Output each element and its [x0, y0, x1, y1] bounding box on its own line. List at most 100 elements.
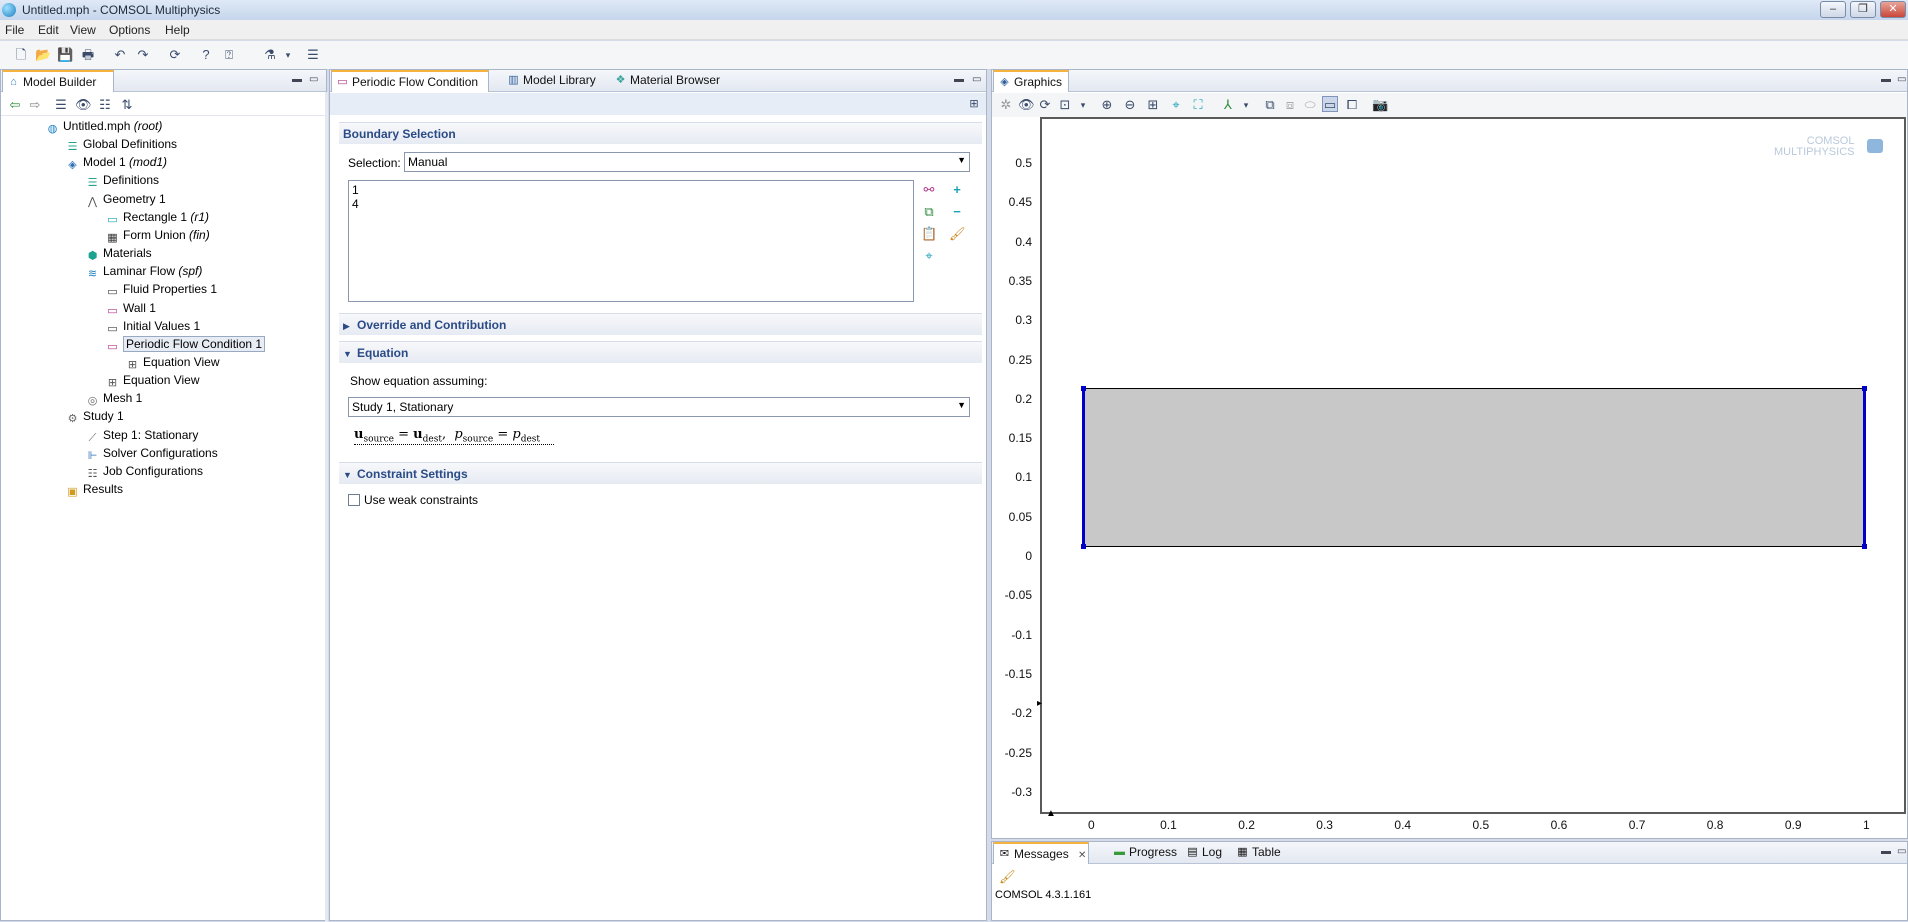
selection-list[interactable]: 1 4 — [348, 180, 914, 302]
tree-item-definitions[interactable]: ☰ Definitions — [86, 172, 159, 189]
restore-button[interactable]: ❐ — [1850, 1, 1876, 18]
section-equation[interactable]: ▼ Equation — [339, 341, 982, 363]
maximize-panel-icon[interactable]: ▭ — [1897, 74, 1906, 85]
tree-item-global-definitions[interactable]: ☰ Global Definitions — [66, 136, 178, 153]
tree-item-periodic-flow-condition-1[interactable]: ▭ Periodic Flow Condition 1 — [106, 335, 266, 353]
clear-selection-icon[interactable]: 🖌 — [949, 226, 966, 242]
new-file-icon[interactable]: 🗋 — [13, 47, 29, 63]
layout-icon[interactable]: ☰ — [305, 47, 321, 63]
render-mode-icon[interactable]: ⊡ — [1057, 97, 1073, 113]
selection-mode-icon[interactable]: ▭ — [1322, 96, 1338, 112]
zoom-box-icon[interactable]: ⊞ — [1145, 97, 1161, 113]
section-constraint-settings[interactable]: ▼ Constraint Settings — [339, 462, 982, 484]
tree-item-form-union[interactable]: ▦ Form Union (fin) — [106, 227, 209, 244]
maximize-panel-icon[interactable]: ▭ — [1897, 846, 1906, 857]
compact-history-icon[interactable]: ⟳ — [167, 47, 183, 63]
list-item[interactable]: 1 — [352, 183, 359, 197]
show-icon[interactable]: 👁 — [75, 97, 92, 113]
scrollbar[interactable] — [325, 92, 328, 922]
weak-constraints-checkbox[interactable] — [348, 494, 360, 506]
tree-item-solver-configurations[interactable]: ⊩ Solver Configurations — [86, 445, 218, 462]
print-icon[interactable]: 🖶 — [80, 47, 96, 63]
minimize-panel-icon[interactable]: ▬ — [292, 74, 302, 85]
expand-all-icon[interactable]: ☷ — [97, 97, 113, 113]
section-override-contribution[interactable]: ▶ Override and Contribution — [339, 313, 982, 335]
axis-orientation-icon[interactable]: ⅄ — [1220, 97, 1236, 113]
tab-progress[interactable]: ▬ Progress — [1109, 842, 1181, 864]
tab-model-library[interactable]: ▥ Model Library — [503, 70, 608, 92]
copy-selection-icon[interactable]: ⧉ — [921, 204, 937, 220]
tree-item-geometry-1[interactable]: ⋀ Geometry 1 — [86, 191, 166, 208]
physics-dropdown-icon[interactable]: ▾ — [280, 47, 296, 63]
help-icon[interactable]: ? — [198, 47, 214, 63]
tree-item-job-configurations[interactable]: ☷ Job Configurations — [86, 463, 204, 480]
save-icon[interactable]: 💾 — [57, 47, 73, 63]
zoom-selected-icon[interactable]: ⌖ — [1168, 97, 1184, 113]
tree-item-materials[interactable]: ⬢ Materials — [86, 245, 152, 262]
axis-dropdown-icon[interactable]: ▾ — [1238, 97, 1254, 113]
camera-icon[interactable]: 📷 — [1372, 97, 1388, 113]
tree-item-results[interactable]: ▣ Results — [66, 481, 123, 498]
zoom-out-icon[interactable]: ⊖ — [1122, 97, 1138, 113]
menu-view[interactable]: View — [70, 23, 96, 37]
tree-item-equation-view[interactable]: ⊞ Equation View — [126, 354, 220, 371]
dynamic-help-icon[interactable]: ⍰ — [221, 47, 237, 63]
close-tab-icon[interactable]: ✕ — [1078, 850, 1086, 861]
tree-item-step-1-stationary[interactable]: ⟋ Step 1: Stationary — [86, 427, 199, 444]
selection-dropdown[interactable]: Manual ▼ — [404, 152, 970, 172]
zoom-extents-icon[interactable]: ⛶ — [1190, 97, 1206, 113]
vertex[interactable] — [1081, 386, 1086, 391]
geometry-domain[interactable] — [1083, 388, 1865, 547]
tree-item-rectangle-1[interactable]: ▭ Rectangle 1 (r1) — [106, 209, 209, 226]
vertex[interactable] — [1081, 544, 1086, 549]
menu-edit[interactable]: Edit — [38, 23, 59, 37]
render-dropdown-icon[interactable]: ▾ — [1075, 97, 1091, 113]
tree-item-wall-1[interactable]: ▭ Wall 1 — [106, 300, 156, 317]
select-all-icon[interactable]: ⬭ — [1302, 97, 1318, 113]
undo-icon[interactable]: ↶ — [112, 47, 128, 63]
tab-messages[interactable]: ✉ Messages ✕ — [993, 842, 1089, 864]
forward-arrow-icon[interactable]: ⇨ — [27, 97, 43, 113]
refresh-icon[interactable]: ⟳ — [1037, 97, 1053, 113]
maximize-panel-icon[interactable]: ▭ — [309, 74, 318, 85]
select-box-icon[interactable]: ⧉ — [1262, 97, 1278, 113]
menu-file[interactable]: File — [5, 23, 24, 37]
vertex[interactable] — [1862, 386, 1867, 391]
add-icon[interactable]: + — [949, 182, 965, 198]
tree-item-equation-view[interactable]: ⊞ Equation View — [106, 372, 200, 389]
tree-item-fluid-properties-1[interactable]: ▭ Fluid Properties 1 — [106, 281, 217, 298]
tab-log[interactable]: ▤ Log — [1182, 842, 1230, 864]
tree-item-untitled-mph[interactable]: ◍ Untitled.mph (root) — [46, 118, 163, 135]
list-item[interactable]: 4 — [352, 197, 359, 211]
back-arrow-icon[interactable]: ⇦ — [7, 97, 23, 113]
section-boundary-selection[interactable]: Boundary Selection — [339, 122, 982, 144]
physics-icon[interactable]: ⚗ — [262, 47, 278, 63]
deselect-icon[interactable]: ⧈ — [1282, 97, 1298, 113]
minimize-button[interactable]: – — [1820, 1, 1846, 18]
zoom-to-selection-icon[interactable]: ⌖ — [921, 248, 937, 264]
menu-options[interactable]: Options — [109, 23, 150, 37]
minimize-panel-icon[interactable]: ▬ — [1881, 74, 1891, 85]
boundary-4[interactable] — [1863, 388, 1866, 548]
selection-toggle-icon[interactable]: ⚯ — [921, 182, 937, 198]
open-icon[interactable]: 📂 — [35, 47, 51, 63]
vertex[interactable] — [1862, 544, 1867, 549]
tab-model-builder[interactable]: ⌂ Model Builder — [2, 70, 114, 92]
tree-item-model-1[interactable]: ◈ Model 1 (mod1) — [66, 154, 167, 171]
paste-selection-icon[interactable]: 📋 — [921, 226, 937, 242]
tab-material-browser[interactable]: ❖ Material Browser — [610, 70, 728, 92]
zoom-in-icon[interactable]: ⊕ — [1099, 97, 1115, 113]
boundary-1[interactable] — [1082, 388, 1085, 548]
study-dropdown[interactable]: Study 1, Stationary ▼ — [348, 397, 970, 417]
minimize-panel-icon[interactable]: ▬ — [954, 74, 964, 85]
tree-item-mesh-1[interactable]: ◎ Mesh 1 — [86, 390, 143, 407]
tab-periodic-flow-condition[interactable]: ▭ Periodic Flow Condition — [331, 70, 489, 92]
tree-item-laminar-flow[interactable]: ≋ Laminar Flow (spf) — [86, 263, 202, 280]
clear-messages-icon[interactable]: 🖌 — [999, 869, 1016, 885]
maximize-panel-icon[interactable]: ▭ — [972, 74, 981, 85]
tab-table[interactable]: ▦ Table — [1232, 842, 1290, 864]
remove-icon[interactable]: − — [949, 204, 965, 220]
close-window-button[interactable]: ✕ — [1880, 1, 1906, 18]
collapse-all-icon[interactable]: ☰ — [53, 97, 69, 113]
transparency-icon[interactable]: ⧠ — [1344, 97, 1360, 113]
